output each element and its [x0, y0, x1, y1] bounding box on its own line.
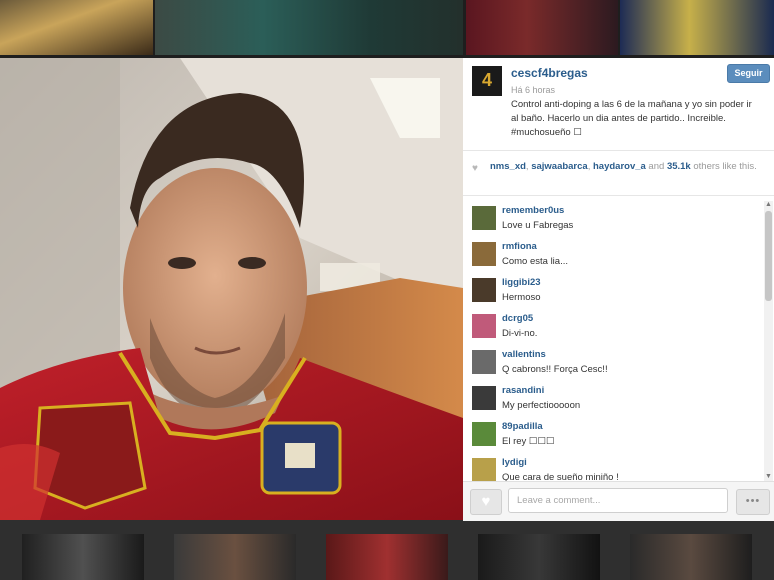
post-detail-panel: 4 cescf4bregas Há 6 horas Control anti-d…	[463, 58, 774, 521]
comment-username[interactable]: rmfiona	[502, 241, 537, 252]
comment-username[interactable]: dcrg05	[502, 313, 533, 324]
comment-avatar[interactable]	[472, 206, 496, 230]
comment-text: Love u Fabregas	[502, 220, 574, 231]
heart-icon: ♥	[481, 493, 491, 510]
avatar[interactable]: 4	[472, 66, 502, 96]
likes-text: nms_xd, sajwaabarca, haydarov_a and 35.1…	[490, 161, 765, 173]
top-thumbnail-4[interactable]	[620, 0, 774, 55]
likes-count[interactable]: 35.1k	[667, 161, 691, 172]
comment-text: Q cabrons!! Força Cesc!!	[502, 364, 608, 375]
post-header: 4 cescf4bregas Há 6 horas Control anti-d…	[463, 58, 774, 151]
comment-footer: ♥ •••	[463, 481, 774, 521]
like-button[interactable]: ♥	[470, 489, 502, 515]
comment-username[interactable]: rasandini	[502, 385, 544, 396]
top-thumbnail-1[interactable]	[0, 0, 153, 55]
comment-text: Di-vi-no.	[502, 328, 538, 339]
comment-item: vallentins Q cabrons!! Força Cesc!!	[472, 347, 757, 383]
comment-username[interactable]: 89padilla	[502, 421, 543, 432]
post-caption: Control anti-doping a las 6 de la mañana…	[511, 99, 752, 138]
comment-avatar[interactable]	[472, 314, 496, 338]
heart-icon: ♥	[472, 163, 478, 174]
like-user-link[interactable]: sajwaabarca	[531, 161, 588, 172]
bottom-thumbnail-2[interactable]	[174, 534, 296, 580]
comment-avatar[interactable]	[472, 458, 496, 481]
comment-avatar[interactable]	[472, 422, 496, 446]
scrollbar-thumb[interactable]	[765, 211, 772, 301]
likes-suffix: others like this.	[690, 161, 757, 172]
comment-avatar[interactable]	[472, 350, 496, 374]
comment-username[interactable]: lydigi	[502, 457, 527, 468]
likes-row: ♥ nms_xd, sajwaabarca, haydarov_a and 35…	[463, 151, 774, 196]
comment-text: El rey ☐☐☐	[502, 436, 555, 447]
bottom-thumbnail-3[interactable]	[326, 534, 448, 580]
top-thumbnail-2[interactable]	[155, 0, 463, 55]
comment-item: liggibi23 Hermoso	[472, 275, 757, 311]
comment-text: My perfectiooooon	[502, 400, 581, 411]
comment-username[interactable]: vallentins	[502, 349, 546, 360]
follow-button[interactable]: Seguir	[727, 64, 770, 83]
comment-item: remember0us Love u Fabregas	[472, 203, 757, 239]
comment-text: Como esta lia...	[502, 256, 568, 267]
avatar-logo: 4	[481, 70, 492, 90]
post-username[interactable]: cescf4bregas	[511, 66, 588, 80]
comment-input[interactable]	[508, 488, 728, 513]
bottom-thumbnail-5[interactable]	[630, 534, 752, 580]
comment-avatar[interactable]	[472, 386, 496, 410]
comment-item: rasandini My perfectiooooon	[472, 383, 757, 419]
comment-item: dcrg05 Di-vi-no.	[472, 311, 757, 347]
comment-text: Hermoso	[502, 292, 541, 303]
bottom-thumbnail-1[interactable]	[22, 534, 144, 580]
bottom-thumbnail-4[interactable]	[478, 534, 600, 580]
like-user-link[interactable]: nms_xd	[490, 161, 526, 172]
selfie-photo-illustration	[0, 58, 463, 520]
comments-list[interactable]: remember0us Love u Fabregas rmfiona Como…	[463, 199, 763, 481]
post-timestamp: Há 6 horas	[511, 85, 556, 95]
comment-item: lydigi Que cara de sueño miniño !	[472, 455, 757, 481]
scroll-up-arrow-icon[interactable]: ▲	[764, 201, 773, 209]
post-photo[interactable]	[0, 58, 463, 520]
top-thumbnail-strip	[0, 0, 774, 58]
scroll-down-arrow-icon[interactable]: ▼	[764, 473, 773, 481]
more-options-button[interactable]: •••	[736, 489, 770, 515]
likes-and: and	[645, 161, 667, 172]
comment-item: 89padilla El rey ☐☐☐	[472, 419, 757, 455]
comment-avatar[interactable]	[472, 278, 496, 302]
comment-text: Que cara de sueño miniño !	[502, 472, 619, 481]
like-user-link[interactable]: haydarov_a	[593, 161, 646, 172]
comment-username[interactable]: remember0us	[502, 205, 564, 216]
comment-avatar[interactable]	[472, 242, 496, 266]
comment-item: rmfiona Como esta lia...	[472, 239, 757, 275]
top-thumbnail-3[interactable]	[466, 0, 618, 55]
comments-scrollbar[interactable]: ▲ ▼	[764, 201, 773, 481]
comment-username[interactable]: liggibi23	[502, 277, 541, 288]
